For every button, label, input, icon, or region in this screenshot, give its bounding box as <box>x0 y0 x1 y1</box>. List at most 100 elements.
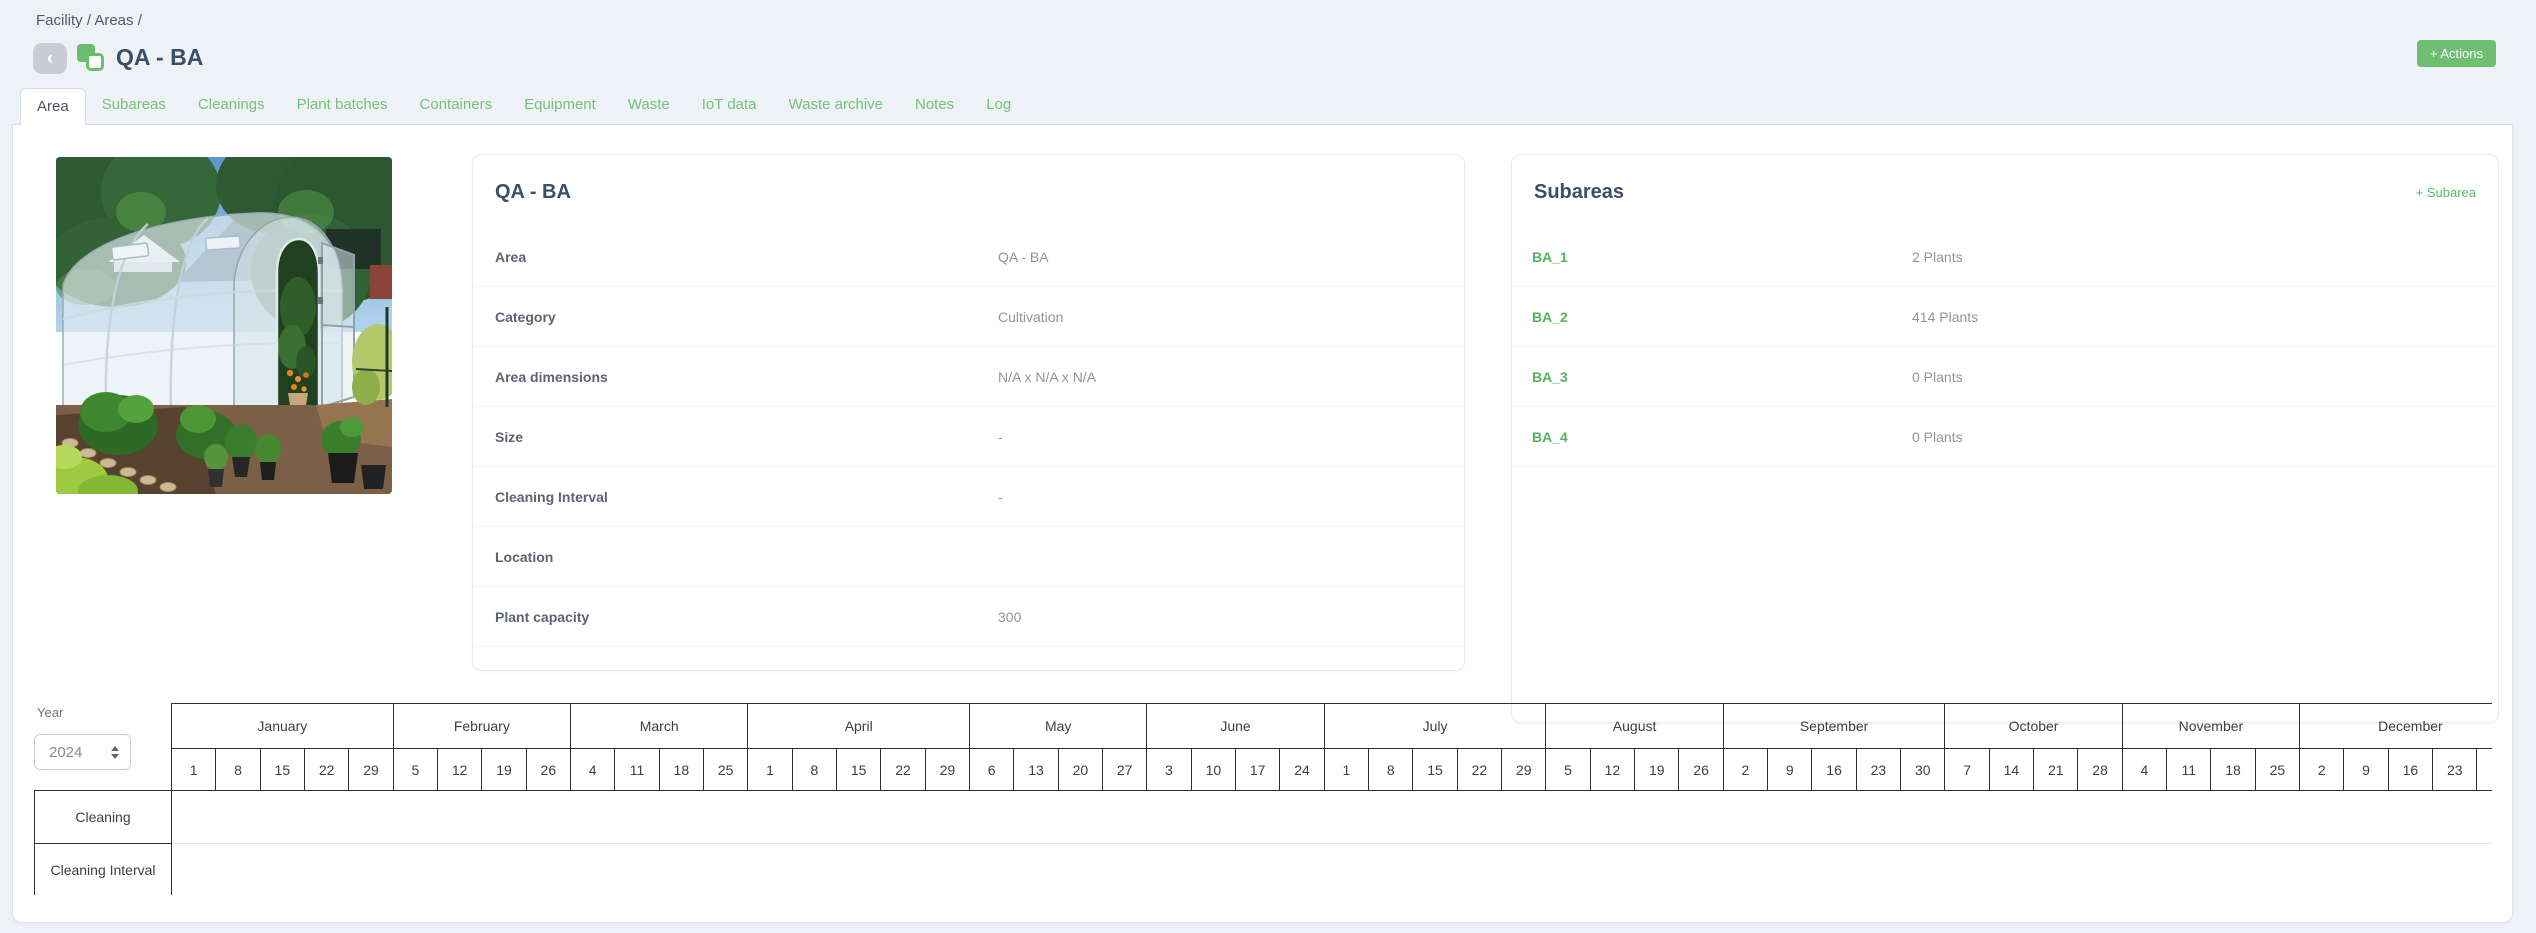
week-start-date: 6 <box>970 749 1014 791</box>
week-start-date: 17 <box>1236 749 1280 791</box>
tab-waste[interactable]: Waste <box>612 87 686 124</box>
week-start-date: 5 <box>1546 749 1590 791</box>
week-start-date: 1 <box>172 749 216 791</box>
subarea-row: BA_40 Plants <box>1512 407 2498 467</box>
month-header: February <box>393 704 570 749</box>
area-details-title: QA - BA <box>495 181 571 204</box>
tab-plant-batches[interactable]: Plant batches <box>281 87 404 124</box>
week-start-date: 29 <box>925 749 969 791</box>
detail-value: Cultivation <box>998 309 1063 325</box>
week-start-date: 2 <box>1723 749 1767 791</box>
week-start-date: 25 <box>2255 749 2299 791</box>
back-button[interactable]: ‹ <box>33 43 67 74</box>
week-header-row: 1815222951219264111825181522296132027310… <box>35 749 2493 791</box>
subareas-panel: Subareas + Subarea BA_12 PlantsBA_2414 P… <box>1511 154 2499 723</box>
tab-log[interactable]: Log <box>970 87 1027 124</box>
month-header: March <box>571 704 748 749</box>
detail-label: Area <box>495 249 998 265</box>
week-start-date: 11 <box>2167 749 2211 791</box>
subarea-plant-count: 2 Plants <box>1912 249 1963 265</box>
greenhouse-photo <box>56 157 392 494</box>
detail-value: QA - BA <box>998 249 1049 265</box>
week-start-date: 14 <box>1989 749 2033 791</box>
subarea-link-ba_2[interactable]: BA_2 <box>1532 309 1912 325</box>
week-start-date: 16 <box>2388 749 2432 791</box>
week-start-date: 22 <box>304 749 348 791</box>
copy-icon-front-square <box>86 53 104 71</box>
subarea-row: BA_2414 Plants <box>1512 287 2498 347</box>
subareas-rows: BA_12 PlantsBA_2414 PlantsBA_30 PlantsBA… <box>1512 227 2498 467</box>
week-start-date: 26 <box>1679 749 1723 791</box>
subarea-link-ba_1[interactable]: BA_1 <box>1532 249 1912 265</box>
week-start-date: 27 <box>1103 749 1147 791</box>
tab-area[interactable]: Area <box>20 88 86 125</box>
week-start-date: 25 <box>704 749 748 791</box>
week-start-date: 26 <box>526 749 570 791</box>
cleaning-calendar: JanuaryFebruaryMarchAprilMayJuneJulyAugu… <box>34 703 2492 895</box>
week-start-date: 29 <box>1502 749 1546 791</box>
subarea-link-ba_3[interactable]: BA_3 <box>1532 369 1912 385</box>
tab-bar: AreaSubareasCleaningsPlant batchesContai… <box>12 88 2513 125</box>
cleaning-interval-timeline-cells[interactable] <box>172 844 2493 896</box>
detail-row: Area dimensionsN/A x N/A x N/A <box>473 347 1464 407</box>
week-start-date: 12 <box>438 749 482 791</box>
row-label-cleaning-interval: Cleaning Interval <box>35 844 172 896</box>
copy-icon[interactable] <box>77 44 106 73</box>
detail-label: Area dimensions <box>495 369 998 385</box>
week-start-date: 5 <box>393 749 437 791</box>
detail-row: Plant capacity300 <box>473 587 1464 647</box>
detail-label: Cleaning Interval <box>495 489 998 505</box>
add-subarea-link[interactable]: + Subarea <box>2416 185 2476 200</box>
week-start-date: 19 <box>482 749 526 791</box>
month-header: October <box>1945 704 2122 749</box>
week-start-date: 30 <box>1901 749 1945 791</box>
tab-subareas[interactable]: Subareas <box>86 87 182 124</box>
week-start-date: 24 <box>1280 749 1324 791</box>
breadcrumb[interactable]: Facility / Areas / <box>36 12 142 29</box>
week-start-date: 4 <box>2122 749 2166 791</box>
subarea-plant-count: 414 Plants <box>1912 309 1978 325</box>
detail-label: Plant capacity <box>495 609 998 625</box>
detail-label: Location <box>495 549 998 565</box>
year-select[interactable]: 2024 <box>34 734 131 770</box>
month-header: January <box>172 704 394 749</box>
week-start-date: 29 <box>349 749 393 791</box>
month-header: April <box>748 704 970 749</box>
calendar-table: JanuaryFebruaryMarchAprilMayJuneJulyAugu… <box>34 703 2492 895</box>
tab-notes[interactable]: Notes <box>899 87 970 124</box>
area-details-panel: QA - BA AreaQA - BACategoryCultivationAr… <box>472 154 1465 671</box>
week-start-date: 15 <box>260 749 304 791</box>
area-photo[interactable] <box>56 157 392 494</box>
detail-value: N/A x N/A x N/A <box>998 369 1096 385</box>
detail-label: Category <box>495 309 998 325</box>
tab-waste-archive[interactable]: Waste archive <box>773 87 899 124</box>
detail-row: CategoryCultivation <box>473 287 1464 347</box>
week-start-date: 1 <box>748 749 792 791</box>
details-rows: AreaQA - BACategoryCultivationArea dimen… <box>473 227 1464 647</box>
tab-iot-data[interactable]: IoT data <box>686 87 773 124</box>
week-start-date: 3 <box>1147 749 1191 791</box>
subarea-link-ba_4[interactable]: BA_4 <box>1532 429 1912 445</box>
subarea-row: BA_12 Plants <box>1512 227 2498 287</box>
month-header: September <box>1723 704 1945 749</box>
subarea-plant-count: 0 Plants <box>1912 369 1963 385</box>
year-label: Year <box>37 705 63 720</box>
week-start-date: 12 <box>1590 749 1634 791</box>
tab-equipment[interactable]: Equipment <box>508 87 612 124</box>
content-card: QA - BA AreaQA - BACategoryCultivationAr… <box>12 125 2513 923</box>
week-start-date: 8 <box>1369 749 1413 791</box>
tab-cleanings[interactable]: Cleanings <box>182 87 281 124</box>
week-start-date: 13 <box>1014 749 1058 791</box>
week-start-date: 18 <box>2211 749 2255 791</box>
week-start-date: 4 <box>571 749 615 791</box>
tab-containers[interactable]: Containers <box>404 87 509 124</box>
week-start-date: 15 <box>837 749 881 791</box>
subarea-plant-count: 0 Plants <box>1912 429 1963 445</box>
actions-button[interactable]: + Actions <box>2417 40 2496 67</box>
month-header: July <box>1324 704 1546 749</box>
week-start-date: 16 <box>1812 749 1856 791</box>
cleaning-timeline-cells[interactable] <box>172 791 2493 844</box>
week-start-date: 2 <box>2300 749 2344 791</box>
page-title: QA - BA <box>116 44 203 71</box>
detail-row: Cleaning Interval- <box>473 467 1464 527</box>
